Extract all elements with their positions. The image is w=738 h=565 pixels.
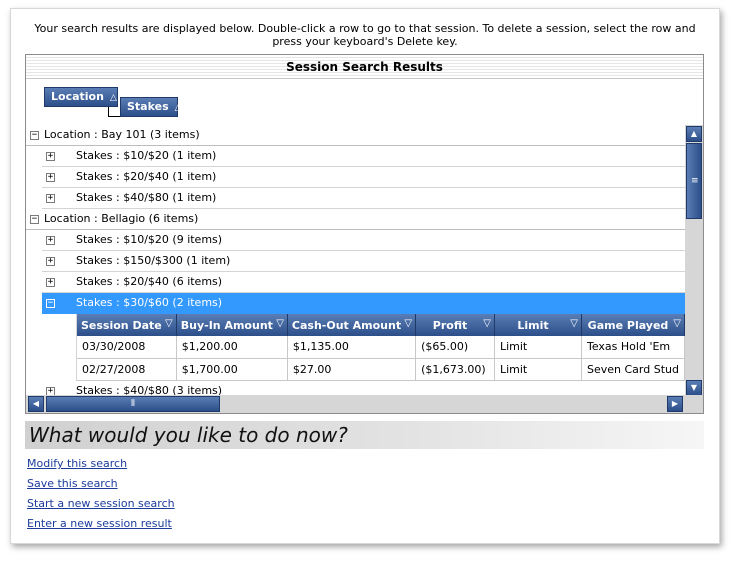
filter-icon[interactable]: ▽	[165, 318, 173, 329]
detail-table-wrap: Session Date ▽ Buy-In Amount ▽ Cash-Out Am…	[76, 314, 685, 381]
horizontal-scroll-thumb[interactable]: ⦀	[46, 396, 220, 412]
scroll-up-icon[interactable]: ▲	[686, 126, 702, 142]
expand-icon[interactable]: +	[46, 173, 55, 182]
detail-header-row: Session Date ▽ Buy-In Amount ▽ Cash-Out Am…	[77, 314, 685, 336]
grip-icon: ≡	[691, 176, 699, 186]
column-header-label: Game Played	[587, 318, 669, 332]
group-stakes-label: Stakes	[127, 100, 169, 113]
new-result-link[interactable]: Enter a new session result	[27, 517, 175, 537]
filter-icon[interactable]: ▽	[276, 318, 284, 329]
grid-caption: Session Search Results	[26, 55, 703, 79]
cell-game-played: Texas Hold 'Em	[581, 336, 685, 359]
column-header-profit[interactable]: Profit ▽	[415, 314, 495, 336]
cell-session-date: 03/30/2008	[77, 336, 177, 359]
group-row-label: Stakes : $30/$60 (2 items)	[76, 296, 223, 309]
cell-cash-out: $27.00	[287, 358, 417, 381]
group-row-label: Stakes : $20/$40 (6 items)	[76, 275, 223, 288]
filter-icon[interactable]: ▽	[570, 318, 578, 329]
group-row-stakes[interactable]: + Stakes : $40/$80 (1 item)	[42, 188, 685, 209]
column-header-label: Profit	[432, 318, 468, 332]
group-row-label: Location : Bay 101 (3 items)	[44, 128, 200, 141]
expand-icon[interactable]: +	[46, 236, 55, 245]
column-header-buy-in[interactable]: Buy-In Amount ▽	[176, 314, 288, 336]
group-location-label: Location	[51, 90, 104, 103]
expand-icon[interactable]: +	[46, 194, 55, 203]
table-row[interactable]: 02/27/2008 $1,700.00 $27.00 ($1,673.00) …	[77, 358, 685, 381]
cell-buy-in: $1,700.00	[176, 358, 288, 381]
session-detail-table: Session Date ▽ Buy-In Amount ▽ Cash-Out Am…	[77, 314, 685, 381]
expand-icon[interactable]: +	[46, 257, 55, 266]
group-row-bay101[interactable]: − Location : Bay 101 (3 items)	[26, 125, 685, 146]
sort-asc-icon: △	[174, 103, 182, 113]
group-row-stakes[interactable]: + Stakes : $10/$20 (1 item)	[42, 146, 685, 167]
table-row[interactable]: 03/30/2008 $1,200.00 $1,135.00 ($65.00) …	[77, 336, 685, 359]
group-row-label: Stakes : $10/$20 (9 items)	[76, 233, 223, 246]
group-row-stakes-selected[interactable]: − Stakes : $30/$60 (2 items)	[42, 293, 685, 314]
column-header-cash-out[interactable]: Cash-Out Amount ▽	[287, 314, 417, 336]
column-header-label: Session Date	[81, 318, 162, 332]
collapse-icon[interactable]: −	[30, 131, 39, 140]
filter-icon[interactable]: ▽	[483, 318, 491, 329]
cell-buy-in: $1,200.00	[176, 336, 288, 359]
group-stakes-button[interactable]: Stakes △	[120, 97, 182, 117]
new-search-link[interactable]: Start a new session search	[27, 497, 175, 517]
grid-rows: − Location : Bay 101 (3 items) + Stakes …	[26, 125, 685, 397]
group-location-button[interactable]: Location △	[44, 87, 118, 107]
column-header-label: Limit	[517, 318, 549, 332]
expand-icon[interactable]: +	[46, 278, 55, 287]
expand-icon[interactable]: +	[46, 152, 55, 161]
group-row-label: Stakes : $40/$80 (1 item)	[76, 191, 217, 204]
group-row-bellagio[interactable]: − Location : Bellagio (6 items)	[26, 209, 685, 230]
intro-text: Your search results are displayed below.…	[34, 22, 696, 48]
group-row-label: Location : Bellagio (6 items)	[44, 212, 199, 225]
modify-search-link[interactable]: Modify this search	[27, 457, 175, 477]
session-results-grid: Session Search Results Location △ Stakes △…	[25, 54, 704, 414]
column-header-game-played[interactable]: Game Played ▽	[581, 314, 685, 336]
scroll-right-icon[interactable]: ▶	[667, 396, 683, 412]
grip-icon: ⦀	[131, 399, 135, 409]
group-row-stakes[interactable]: + Stakes : $20/$40 (6 items)	[42, 272, 685, 293]
sort-asc-icon: △	[109, 93, 117, 103]
column-header-label: Cash-Out Amount	[291, 318, 402, 332]
group-row-label: Stakes : $10/$20 (1 item)	[76, 149, 217, 162]
vertical-scroll-thumb[interactable]: ≡	[686, 143, 702, 219]
group-row-label: Stakes : $150/$300 (1 item)	[76, 254, 231, 267]
scroll-left-icon[interactable]: ◀	[28, 396, 44, 412]
cell-profit: ($65.00)	[415, 336, 495, 359]
column-header-label: Buy-In Amount	[180, 318, 273, 332]
cell-profit: ($1,673.00)	[415, 358, 495, 381]
horizontal-scrollbar[interactable]: ◀ ⦀ ▶	[26, 395, 703, 413]
filter-icon[interactable]: ▽	[673, 318, 681, 329]
column-header-session-date[interactable]: Session Date ▽	[77, 314, 177, 336]
vertical-scrollbar[interactable]: ▲ ≡ ▼	[685, 125, 703, 397]
group-row-stakes[interactable]: + Stakes : $10/$20 (9 items)	[42, 230, 685, 251]
collapse-icon[interactable]: −	[30, 215, 39, 224]
scroll-down-icon[interactable]: ▼	[686, 380, 702, 396]
group-by-area: Location △ Stakes △	[26, 79, 703, 125]
save-search-link[interactable]: Save this search	[27, 477, 175, 497]
next-steps-links: Modify this search Save this search Star…	[27, 457, 175, 537]
group-row-stakes[interactable]: + Stakes : $20/$40 (1 item)	[42, 167, 685, 188]
group-row-stakes[interactable]: + Stakes : $150/$300 (1 item)	[42, 251, 685, 272]
column-header-limit[interactable]: Limit ▽	[494, 314, 583, 336]
filter-icon[interactable]: ▽	[404, 318, 412, 329]
group-row-label: Stakes : $20/$40 (1 item)	[76, 170, 217, 183]
collapse-icon[interactable]: −	[46, 299, 55, 308]
cell-limit: Limit	[494, 336, 583, 359]
cell-session-date: 02/27/2008	[77, 358, 177, 381]
cell-cash-out: $1,135.00	[287, 336, 417, 359]
cell-game-played: Seven Card Stud	[581, 358, 685, 381]
next-steps-heading: What would you like to do now?	[25, 421, 704, 449]
group-connector	[108, 107, 120, 117]
cell-limit: Limit	[494, 358, 583, 381]
